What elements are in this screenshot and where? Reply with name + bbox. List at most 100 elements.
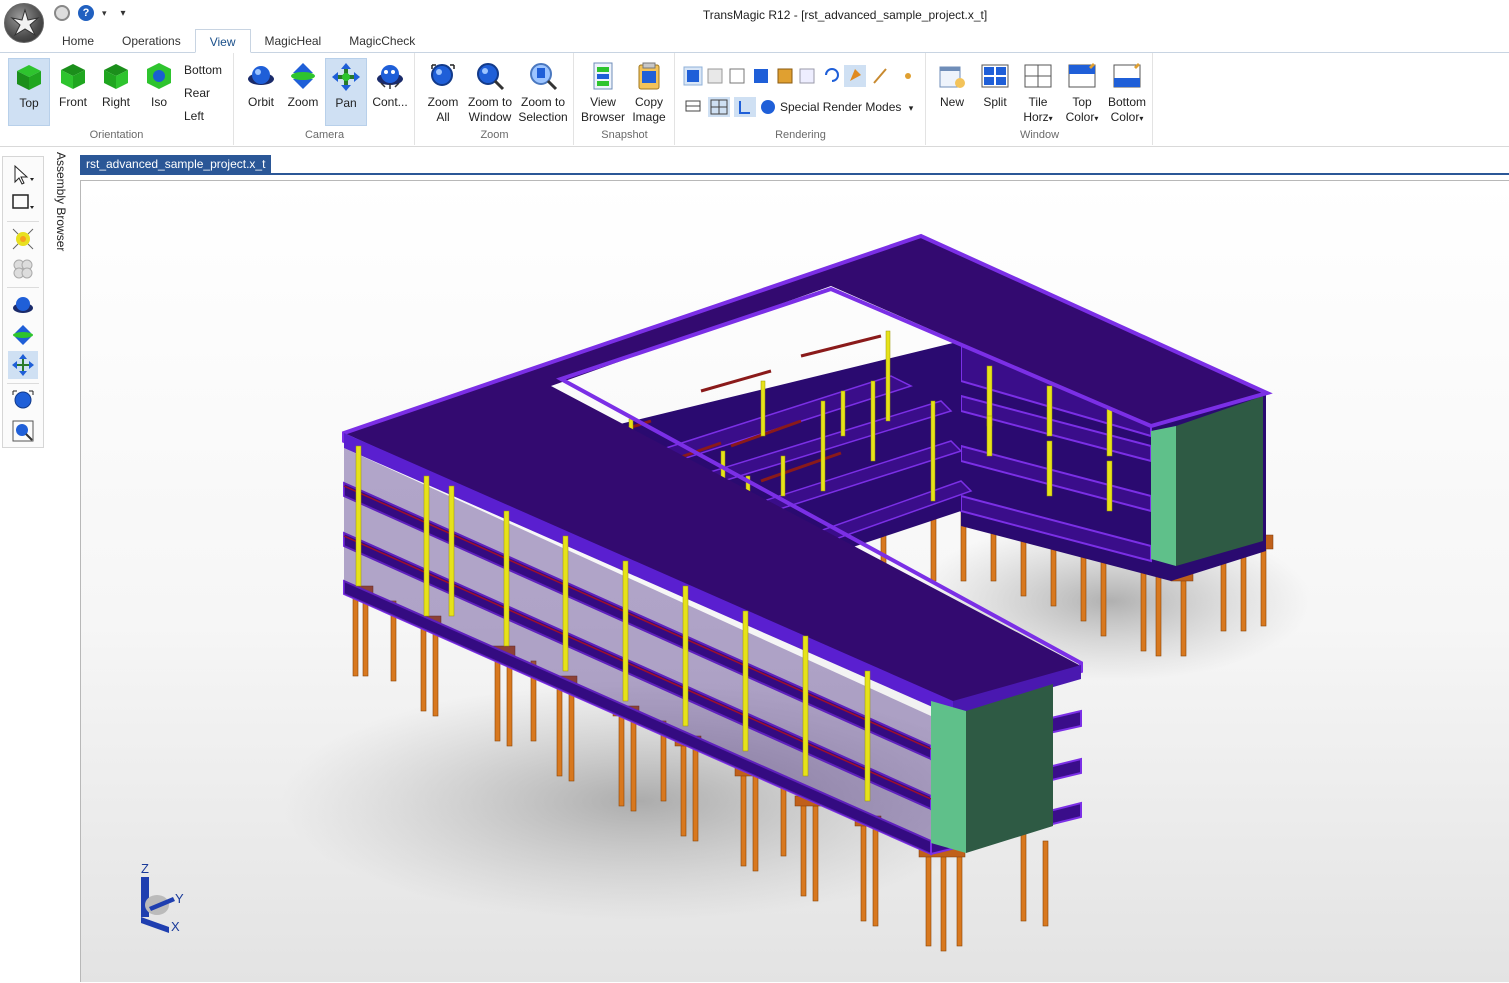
camera-zoom-label: Zoom (287, 95, 319, 109)
axis-z-label: Z (141, 861, 149, 876)
title-bar: TransMagic R12 - [rst_advanced_sample_pr… (0, 0, 1509, 30)
window-group-label: Window (1019, 129, 1060, 141)
special-render-modes-label: Special Render Modes (780, 100, 902, 114)
iso-view-button[interactable]: Iso (138, 58, 180, 110)
contour-label: Cont... (372, 95, 408, 109)
copy-image-label-1: Copy (634, 95, 663, 109)
copy-image-icon (633, 60, 665, 92)
3d-viewport[interactable]: Z Y X (80, 180, 1509, 982)
snapshot-group-label: Snapshot (601, 129, 648, 141)
customize-qat-icon[interactable]: ▾ (121, 8, 126, 19)
transmagic-window: TransMagic R12 - [rst_advanced_sample_pr… (0, 0, 1509, 983)
cube-right-icon (100, 60, 132, 92)
gear-icon[interactable] (54, 5, 70, 21)
zoom-group-label: Zoom (480, 129, 509, 141)
group-rendering: Special Render Modes ▾ Rendering (676, 53, 926, 145)
zoom-selection-icon (527, 60, 559, 92)
camera-zoom-button[interactable]: Zoom (283, 58, 323, 110)
new-window-button[interactable]: New (931, 58, 973, 110)
tab-home[interactable]: Home (48, 29, 108, 53)
zoom-all-button[interactable]: Zoom All (422, 58, 464, 125)
contour-button[interactable]: Cont... (369, 58, 411, 110)
stair-core-light (1151, 426, 1176, 566)
assembly-browser-tab[interactable]: Assembly Browser (52, 150, 72, 270)
pan-tool-button[interactable] (8, 351, 38, 379)
top-view-button[interactable]: Top (8, 58, 50, 126)
bottom-color-button[interactable]: Bottom Color▾ (1105, 58, 1149, 126)
tile-horz-button[interactable]: Tile Horz▾ (1017, 58, 1059, 126)
pan-label: Pan (335, 96, 357, 110)
orientation-group-label: Orientation (89, 129, 144, 141)
tab-magicheal[interactable]: MagicHeal (251, 29, 336, 53)
front-view-label: Front (58, 95, 87, 109)
zoom-to-window-button[interactable]: Zoom to Window (466, 58, 514, 125)
app-menu-button[interactable] (4, 3, 44, 43)
ribbon-bottom-border (0, 146, 1509, 147)
zoom-arrows-icon (287, 60, 319, 92)
front-view-button[interactable]: Front (52, 58, 94, 110)
orbit-tool-button[interactable] (8, 291, 38, 319)
window-title: TransMagic R12 - [rst_advanced_sample_pr… (702, 8, 988, 22)
iso-view-label: Iso (150, 95, 167, 109)
zoom-all-icon (12, 390, 34, 409)
front-core-dark (966, 684, 1053, 853)
document-tab[interactable]: rst_advanced_sample_project.x_t (80, 155, 272, 173)
zoom-selection-label-2: Selection (518, 110, 568, 124)
tile-horz-label-2: Horz▾ (1023, 110, 1053, 124)
tab-magiccheck[interactable]: MagicCheck (335, 29, 429, 53)
axis-x-label: X (171, 919, 180, 934)
left-view-button[interactable]: Left (184, 109, 204, 123)
building-model (281, 233, 1311, 952)
split-button[interactable]: Split (975, 58, 1015, 110)
zoom-window-tool-button[interactable] (8, 417, 38, 445)
orbit-label: Orbit (247, 95, 274, 109)
explode-button[interactable] (8, 225, 38, 253)
zoom-to-selection-button[interactable]: Zoom to Selection (516, 58, 570, 125)
top-color-label-1: Top (1072, 95, 1092, 109)
special-render-modes-dropdown[interactable]: Special Render Modes ▾ (780, 100, 913, 114)
explode-icon (12, 228, 34, 250)
axis-triad: Z Y X (133, 861, 193, 941)
box-select-button[interactable] (8, 189, 38, 217)
group-orientation: Top Front Right Iso Bottom Rear Left Ori… (0, 53, 234, 145)
group-snapshot: View Browser Copy Image Snapshot (575, 53, 675, 145)
tile-horz-label-1: Tile (1028, 95, 1048, 109)
right-view-button[interactable]: Right (95, 58, 137, 110)
zoom-tool-button[interactable] (8, 321, 38, 349)
zoom-all-icon (427, 60, 459, 92)
view-browser-button[interactable]: View Browser (579, 58, 627, 125)
orbit-icon (245, 60, 277, 92)
zoom-arrows-icon (13, 325, 33, 345)
pan-arrows-icon (330, 61, 362, 93)
bottom-color-icon (1111, 60, 1143, 92)
pan-button[interactable]: Pan (325, 58, 367, 126)
group-camera: Orbit Zoom Pan Cont... Camera (235, 53, 415, 145)
tab-view[interactable]: View (194, 29, 251, 53)
zoom-all-tool-button[interactable] (8, 387, 38, 415)
copy-image-button[interactable]: Copy Image (627, 58, 671, 125)
chevron-down-icon[interactable]: ▾ (102, 8, 107, 19)
zoom-window-label-2: Window (468, 110, 512, 124)
rear-view-button[interactable]: Rear (184, 86, 210, 100)
tile-horz-icon (1022, 60, 1054, 92)
help-icon[interactable]: ? (78, 5, 94, 21)
orbit-icon (13, 297, 33, 313)
zoom-selection-label-1: Zoom to (520, 95, 565, 109)
cube-top-icon (13, 61, 45, 93)
bottom-view-button[interactable]: Bottom (184, 63, 222, 77)
select-arrow-button[interactable] (8, 161, 38, 189)
top-color-button[interactable]: Top Color▾ (1061, 58, 1103, 126)
zoom-window-icon (474, 60, 506, 92)
document-tab-underline (80, 173, 1509, 175)
zoom-all-label-1: Zoom (427, 95, 459, 109)
orbit-button[interactable]: Orbit (241, 58, 281, 110)
toolbar-separator (7, 221, 39, 222)
bottom-color-label-1: Bottom (1107, 95, 1146, 109)
camera-group-label: Camera (304, 129, 345, 141)
copy-image-label-2: Image (632, 110, 666, 124)
tab-operations[interactable]: Operations (108, 29, 195, 53)
left-toolbar (2, 156, 44, 448)
top-view-label: Top (19, 96, 39, 110)
spheres-button[interactable] (8, 255, 38, 283)
view-browser-label-1: View (590, 95, 616, 109)
